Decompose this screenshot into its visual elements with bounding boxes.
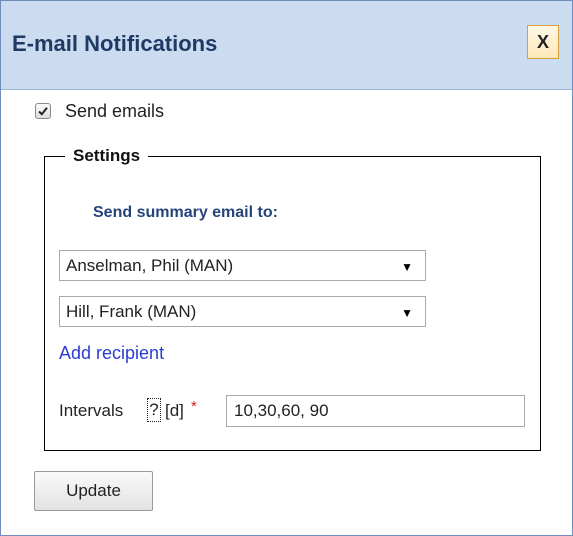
email-notifications-dialog: E-mail Notifications X Send emails Setti… bbox=[0, 0, 573, 536]
recipient-select-1[interactable]: Anselman, Phil (MAN) ▼ bbox=[59, 250, 426, 281]
send-emails-label: Send emails bbox=[65, 101, 165, 121]
intervals-unit-label: [d] bbox=[165, 401, 184, 420]
help-icon[interactable]: ? bbox=[147, 398, 161, 422]
required-marker: * bbox=[191, 398, 197, 415]
settings-legend: Settings bbox=[73, 146, 141, 165]
close-button[interactable]: X bbox=[527, 25, 559, 59]
checkmark-icon bbox=[38, 107, 48, 116]
update-button[interactable]: Update bbox=[34, 471, 153, 511]
dropdown-arrow-icon: ▼ bbox=[401, 260, 413, 274]
dropdown-arrow-icon: ▼ bbox=[401, 306, 413, 320]
intervals-input[interactable] bbox=[226, 395, 525, 427]
send-emails-checkbox[interactable] bbox=[35, 103, 51, 119]
add-recipient-link[interactable]: Add recipient bbox=[59, 343, 164, 364]
summary-email-label: Send summary email to: bbox=[93, 204, 278, 221]
dialog-title: E-mail Notifications bbox=[12, 31, 218, 56]
recipient-select-1-value: Anselman, Phil (MAN) bbox=[66, 256, 234, 275]
intervals-label: Intervals bbox=[59, 401, 124, 420]
dialog-title-bar: E-mail Notifications X bbox=[1, 1, 572, 90]
recipient-select-2-value: Hill, Frank (MAN) bbox=[66, 302, 197, 321]
recipient-select-2[interactable]: Hill, Frank (MAN) ▼ bbox=[59, 296, 426, 327]
